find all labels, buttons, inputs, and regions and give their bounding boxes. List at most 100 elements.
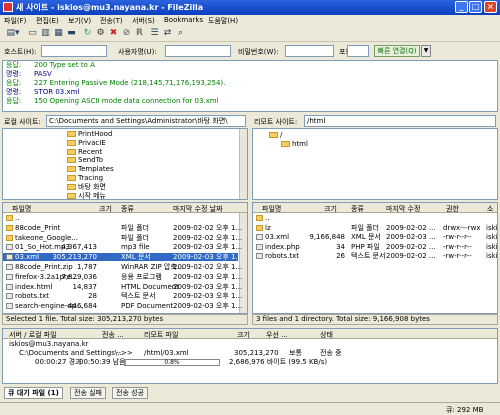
close-button[interactable]: × (484, 1, 497, 13)
col-size[interactable]: 크기 (99, 204, 112, 214)
col-server-local[interactable]: 서버 / 로컬 파일 (9, 330, 57, 340)
file-name: takeone_Google... (15, 233, 79, 242)
table-row[interactable]: 01_So_Hot.mp3 4,367,413 mp3 file 2009-02-03… (3, 243, 242, 252)
col-size[interactable]: 크기 (324, 204, 337, 214)
tab-successful-transfers[interactable]: 전송 성공 (112, 387, 148, 399)
table-row[interactable]: search-engine-op... 446,684 PDF Document 20… (3, 302, 242, 310)
file-name-cell: robots.txt (256, 252, 299, 260)
table-row[interactable]: index.html 14,837 HTML Document 2009-02-03 … (3, 282, 242, 291)
file-size: 4,367,413 (61, 243, 97, 252)
table-row[interactable]: lz 파일 폴더 2009-02-02 ... drwx---rwx iski (253, 224, 497, 232)
compare-icon[interactable]: ☰ (149, 28, 160, 39)
table-row[interactable]: .. (253, 214, 497, 222)
tree-item[interactable]: SendTo (67, 156, 103, 164)
tree-item[interactable]: 시작 메뉴 (67, 192, 106, 199)
menu-view[interactable]: 보기(V) (68, 16, 91, 26)
tree-item[interactable]: / (269, 131, 282, 139)
log-label: 명령: (6, 88, 22, 96)
table-row[interactable]: robots.txt 26 텍스트 문서 2009-02-02 ... -rw-r--r… (253, 252, 497, 260)
process-queue-icon[interactable]: ⚙ (95, 28, 106, 39)
minimize-button[interactable]: _ (455, 1, 468, 13)
file-name: 88code_Print.zip (15, 263, 73, 271)
tree-item[interactable]: Templates (67, 165, 114, 173)
host-input[interactable] (41, 45, 107, 57)
tree-item[interactable]: html (281, 140, 308, 148)
log-label: 응답: (6, 79, 22, 87)
host-label: 호스트(H): (4, 48, 37, 56)
table-row[interactable]: 88code_Print 파일 폴더 2009-02-02 오후 1... (3, 224, 242, 232)
col-remote-file[interactable]: 리모트 파일 (144, 330, 178, 340)
menu-file[interactable]: 파일(F) (4, 16, 26, 26)
search-icon[interactable]: ⌕ (175, 28, 186, 39)
toggle-remote-tree-icon[interactable]: ▦ (53, 28, 64, 39)
queue-status: 전송 중 (320, 349, 342, 357)
refresh-icon[interactable]: ↻ (82, 28, 93, 39)
tab-queued-files[interactable]: 큐 대기 파일 (1) (4, 387, 63, 399)
port-input[interactable] (347, 45, 369, 57)
table-row[interactable]: .. (3, 214, 238, 222)
table-row[interactable]: 88code_Print.zip 1,787 WinRAR ZIP 압축... 200… (3, 263, 242, 271)
toggle-log-icon[interactable]: ▭ (27, 28, 38, 39)
folder-icon (269, 132, 278, 138)
file-name: robots.txt (265, 252, 299, 260)
queue-tabs: 큐 대기 파일 (1) 전송 실패 전송 성공 (0, 386, 500, 400)
sync-browse-icon[interactable]: ⇄ (162, 28, 173, 39)
local-site-label: 로컬 사이트: (4, 118, 41, 126)
col-filename[interactable]: 파일명 (12, 204, 31, 214)
col-modified[interactable]: 마지막 수정 날짜 (173, 204, 223, 214)
toolbar: ▤▾ ▭ ▥ ▦ ▬ ↻ ⚙ ✖ ⊘ R ☰ ⇄ ⌕ (0, 26, 500, 42)
table-row[interactable]: 03.xml 9,166,848 XML 문서 2009-02-03 ... -rw-r… (253, 233, 497, 241)
disconnect-icon[interactable]: ⊘ (121, 28, 132, 39)
tree-item[interactable]: Recent (67, 148, 102, 156)
user-label: 사용자명(U): (118, 48, 157, 56)
queue-file-row[interactable]: C:\Documents and Settings\... -->> /html… (3, 349, 497, 358)
table-row[interactable]: 03.xml 305,213,270 XML 문서 2009-02-03 오후 1..… (3, 253, 242, 262)
col-status: 상태 (320, 331, 333, 339)
col-direction[interactable]: 전송 ... (102, 330, 124, 340)
col-type[interactable]: 종류 (121, 204, 134, 214)
menu-bookmarks[interactable]: Bookmarks (164, 16, 203, 24)
col-priority[interactable]: 우선 ... (266, 330, 288, 340)
maximize-button[interactable]: □ (469, 1, 482, 13)
table-row[interactable]: takeone_Google... 파일 폴더 2009-02-02 오후 1... (3, 234, 242, 242)
toggle-tree-icon[interactable]: ▥ (40, 28, 51, 39)
cancel-icon[interactable]: ✖ (108, 28, 119, 39)
file-owner: iski (486, 233, 498, 241)
site-manager-icon[interactable]: ▤▾ (4, 28, 22, 39)
table-row[interactable]: firefox-3.2a1pre... 7,829,036 응용 프로그램 2009-… (3, 272, 242, 281)
user-input[interactable] (165, 45, 231, 57)
tree-item[interactable]: 바탕 화면 (67, 183, 106, 191)
col-type[interactable]: 종류 (351, 204, 364, 214)
password-input[interactable] (285, 45, 334, 57)
col-size[interactable]: 크기 (237, 330, 250, 340)
folder-icon (281, 141, 290, 147)
col-filename[interactable]: 파일명 (262, 204, 281, 214)
file-name-cell: takeone_Google... (6, 234, 78, 242)
col-owner[interactable]: 소 (487, 204, 493, 214)
quickconnect-button[interactable]: 빠른 연결(Q) (374, 45, 420, 57)
file-type: 응용 프로그램 (121, 272, 162, 281)
file-date: 2009-02-03 오후 1... (173, 253, 243, 262)
table-row[interactable]: robots.txt 28 텍스트 문서 2009-02-03 오후 1... (3, 292, 242, 300)
tree-item[interactable]: Tracing (67, 174, 103, 182)
file-name: index.html (15, 282, 53, 291)
tab-failed-transfers[interactable]: 전송 실패 (70, 387, 106, 399)
log-label: 명령: (6, 70, 22, 78)
remote-path-input[interactable]: /html (304, 115, 496, 127)
table-row[interactable]: index.php 34 PHP 파일 2009-02-02 ... -rw-r--r-… (253, 243, 497, 251)
password-label: 비밀번호(W): (238, 48, 279, 56)
local-path-input[interactable]: C:\Documents and Settings\Administrator\… (46, 115, 246, 127)
menu-transfer[interactable]: 전송(T) (100, 16, 123, 26)
tree-item[interactable]: PrintHood (67, 130, 112, 138)
quickconnect-dropdown[interactable]: ▼ (421, 45, 431, 57)
tree-item[interactable]: PrivacIE (67, 139, 106, 147)
reconnect-icon[interactable]: R (134, 28, 145, 39)
menu-server[interactable]: 서버(S) (132, 16, 155, 26)
local-tree-scrollbar[interactable] (239, 129, 247, 199)
toggle-queue-icon[interactable]: ▬ (66, 28, 77, 39)
menu-edit[interactable]: 편집(E) (36, 16, 59, 26)
col-permissions[interactable]: 권한 (446, 204, 459, 214)
col-modified[interactable]: 마지막 수정 (386, 204, 420, 214)
queue-server-row[interactable]: iskios@mu3.nayana.kr (3, 340, 497, 349)
menu-help[interactable]: 도움말(H) (208, 16, 238, 26)
